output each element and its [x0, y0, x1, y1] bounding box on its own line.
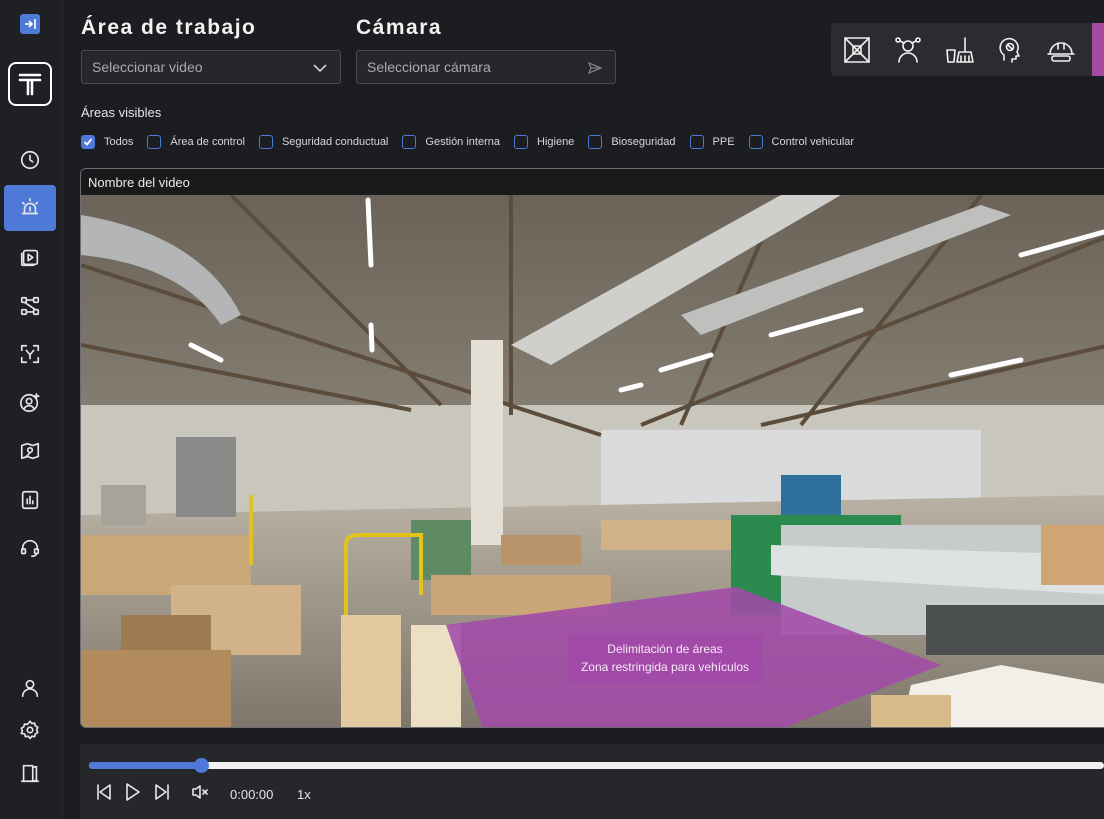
toolbar-behavior[interactable] — [892, 34, 924, 66]
checkbox-icon[interactable] — [689, 135, 704, 149]
camera-select[interactable]: Seleccionar cámara — [356, 50, 616, 84]
visible-areas-label: Áreas visibles — [81, 105, 162, 120]
expand-icon — [25, 19, 36, 29]
checkbox-icon[interactable] — [258, 135, 273, 149]
current-time: 0:00:00 — [230, 787, 274, 802]
filter-label: Seguridad conductual — [281, 136, 389, 148]
zone-label-title: Delimitación de áreas — [607, 642, 723, 656]
filter-gestion-interna[interactable]: Gestión interna — [402, 135, 500, 149]
filter-label: Control vehicular — [771, 136, 855, 148]
zone-label-description: Zona restringida para vehículos — [580, 660, 750, 674]
checkbox-checked-icon[interactable] — [81, 135, 95, 149]
settings-icon — [20, 720, 39, 740]
filter-label: Área de control — [170, 136, 245, 148]
volume-muted-icon — [192, 785, 208, 799]
filter-seguridad-conductual[interactable]: Seguridad conductual — [258, 135, 389, 149]
filter-label: Todos — [104, 136, 134, 148]
profile-icon — [21, 679, 39, 698]
filter-label: PPE — [712, 136, 735, 148]
sidebar-item-settings[interactable] — [4, 707, 56, 753]
history-icon — [20, 150, 40, 170]
sidebar-item-alarms[interactable] — [4, 185, 56, 231]
area-type-toolbar — [831, 23, 1104, 76]
area-frame-icon — [844, 37, 870, 63]
sidebar-item-profile[interactable] — [4, 665, 56, 711]
toolbar-active-marker — [1092, 23, 1104, 76]
hard-hat-icon — [1047, 42, 1075, 62]
checkbox-icon[interactable] — [588, 135, 603, 149]
expand-sidebar-button[interactable] — [20, 14, 40, 34]
checkbox-icon[interactable] — [402, 135, 417, 149]
filter-higiene[interactable]: Higiene — [514, 135, 574, 149]
workspace-title: Área de trabajo — [81, 16, 257, 39]
logo-icon — [18, 73, 42, 96]
filter-control-vehicular[interactable]: Control vehicular — [748, 135, 855, 149]
workflow-icon — [20, 296, 40, 316]
chevron-down-icon — [313, 64, 327, 73]
camera-select-placeholder: Seleccionar cámara — [367, 59, 491, 75]
zone-label[interactable]: Delimitación de áreas Zona restringida p… — [568, 634, 762, 682]
sidebar-item-map[interactable] — [4, 428, 56, 474]
sidebar-item-reports[interactable] — [4, 477, 56, 523]
scan-icon — [20, 344, 40, 364]
cleaning-icon — [946, 37, 974, 63]
sidebar-item-users[interactable] — [4, 380, 56, 426]
report-icon — [21, 490, 39, 510]
next-button[interactable] — [152, 782, 172, 802]
sidebar-item-support[interactable] — [4, 525, 56, 571]
checkbox-icon[interactable] — [514, 135, 528, 149]
logout-icon — [20, 764, 40, 783]
worker-behavior-icon — [895, 37, 921, 63]
filter-label: Gestión interna — [425, 136, 500, 148]
sidebar-item-workflow[interactable] — [4, 283, 56, 329]
sidebar-item-videos[interactable] — [4, 234, 56, 280]
previous-button[interactable] — [94, 782, 114, 802]
hygiene-head-icon — [999, 37, 1020, 63]
filter-ppe[interactable]: PPE — [689, 135, 735, 149]
video-frame[interactable]: Delimitación de áreas Zona restringida p… — [81, 195, 1104, 727]
app-logo[interactable] — [8, 62, 52, 106]
toolbar-cleaning[interactable] — [943, 34, 975, 66]
map-icon — [20, 442, 40, 460]
play-button[interactable] — [122, 782, 142, 802]
skip-back-icon — [97, 784, 111, 800]
filter-label: Higiene — [537, 136, 575, 148]
add-user-icon — [20, 393, 40, 413]
video-library-icon — [20, 249, 39, 267]
sidebar — [0, 0, 63, 819]
checkbox-icon[interactable] — [147, 135, 162, 149]
mute-button[interactable] — [190, 782, 210, 802]
skip-forward-icon — [155, 784, 169, 800]
main-content: Área de trabajo Cámara Seleccionar video… — [62, 0, 1104, 819]
sidebar-item-scan[interactable] — [4, 331, 56, 377]
sidebar-item-logout[interactable] — [4, 750, 56, 796]
area-filter-list: Todos Área de control Seguridad conductu… — [81, 135, 868, 149]
toolbar-ppe[interactable] — [1045, 34, 1077, 66]
toolbar-hygiene[interactable] — [994, 34, 1026, 66]
support-icon — [20, 539, 40, 558]
playback-speed[interactable]: 1x — [297, 787, 311, 802]
checkbox-icon[interactable] — [748, 135, 763, 149]
filter-todos[interactable]: Todos — [81, 135, 133, 149]
camera-title: Cámara — [356, 16, 443, 39]
play-icon — [126, 783, 140, 801]
alarm-icon — [21, 198, 39, 215]
progress-handle[interactable] — [193, 758, 209, 773]
sidebar-item-history[interactable] — [4, 137, 56, 183]
progress-track[interactable] — [89, 758, 1104, 773]
toolbar-area-frame[interactable] — [841, 34, 873, 66]
send-icon — [587, 61, 603, 75]
video-title: Nombre del video — [88, 175, 190, 190]
filter-label: Bioseguridad — [611, 136, 676, 148]
video-select[interactable]: Seleccionar video — [81, 50, 341, 84]
player-controls: 0:00:00 1x — [80, 744, 1104, 819]
progress-fill — [89, 762, 201, 769]
filter-bioseguridad[interactable]: Bioseguridad — [588, 135, 676, 149]
filter-area-de-control[interactable]: Área de control — [147, 135, 245, 149]
video-panel: Nombre del video Delimitación de áreas Z… — [80, 168, 1104, 728]
video-select-placeholder: Seleccionar video — [92, 59, 203, 75]
